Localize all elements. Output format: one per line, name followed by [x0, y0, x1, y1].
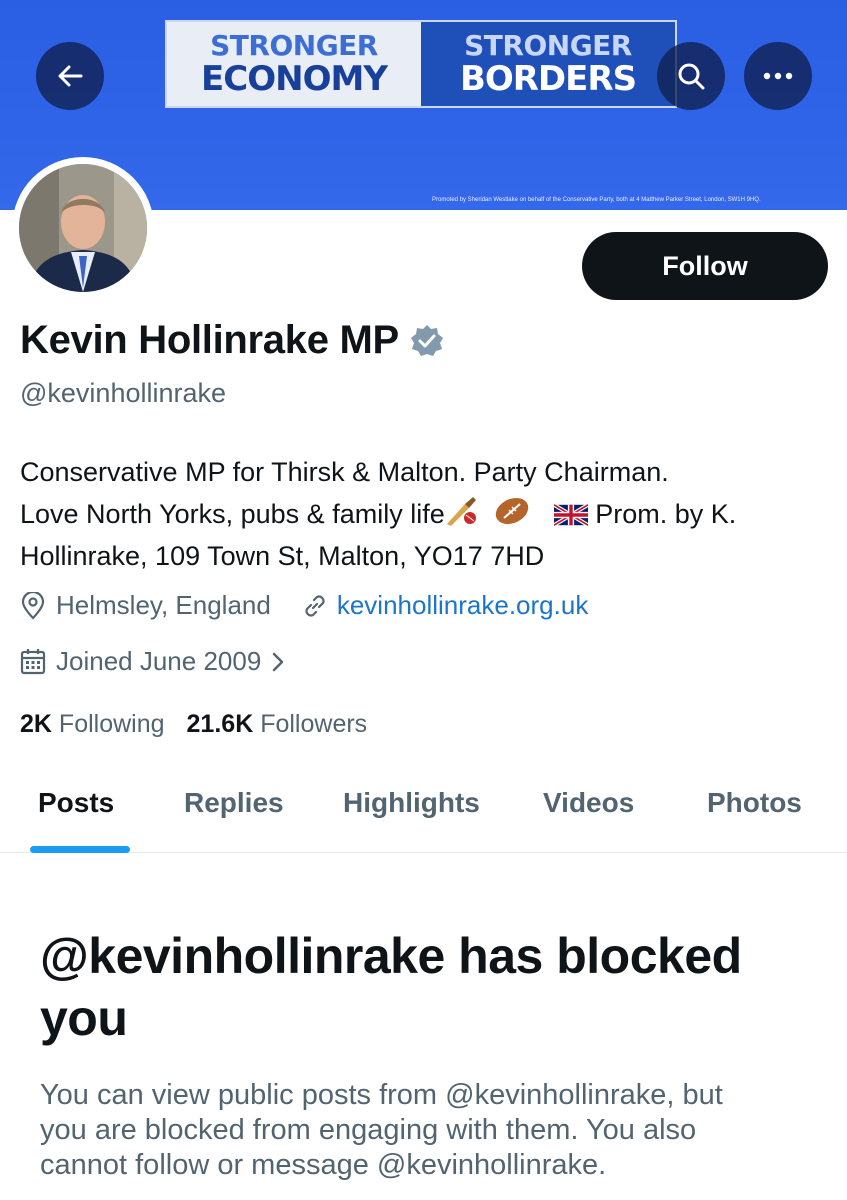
location-pin-icon [21, 591, 45, 620]
profile-joined-row[interactable]: Joined June 2009 [20, 646, 287, 677]
profile-handle: @kevinhollinrake [20, 378, 227, 408]
banner-promoted-text: Promoted by Sheridan Westlake on behalf … [432, 197, 761, 203]
profile-tabs: Posts Replies Highlights Videos Photos [0, 775, 847, 853]
chevron-right-icon [273, 652, 284, 671]
profile-meta-row: Helmsley, England kevinhollinrake.org.uk [20, 590, 588, 621]
avatar-portrait [19, 164, 147, 292]
tab-videos[interactable]: Videos [543, 787, 634, 819]
back-arrow-icon [58, 65, 83, 87]
rugby-ball-emoji [496, 497, 529, 525]
bio-line-3: Hollinrake, 109 Town St, Malton, YO17 7H… [20, 541, 545, 571]
verified-badge-icon [410, 324, 443, 356]
followers-count-link[interactable]: 21.6K Followers [187, 710, 368, 739]
more-options-button[interactable] [744, 42, 812, 110]
more-icon [763, 72, 793, 80]
link-icon [305, 594, 325, 617]
calendar-icon [20, 648, 46, 674]
profile-name-row: Kevin Hollinrake MP [20, 318, 445, 363]
back-button[interactable] [36, 42, 104, 110]
sign-right-panel: STRONGER BORDERS [421, 22, 675, 106]
follow-counts: 2K Following 21.6K Followers [20, 710, 367, 739]
uk-flag-emoji [553, 504, 588, 526]
tab-replies[interactable]: Replies [184, 787, 284, 819]
tab-posts[interactable]: Posts [38, 787, 114, 819]
profile-joined-date: Joined June 2009 [56, 646, 262, 676]
bio-line-2-suffix: Prom. by K. [587, 499, 737, 529]
search-button[interactable] [657, 42, 725, 110]
bio-line-1: Conservative MP for Thirsk & Malton. Par… [20, 457, 669, 487]
tab-photos[interactable]: Photos [707, 787, 802, 819]
blocked-description: You can view public posts from @kevinhol… [40, 1078, 820, 1183]
blocked-desc-line-3: cannot follow or message @kevinhollinrak… [40, 1149, 607, 1181]
profile-website-link[interactable]: kevinhollinrake.org.uk [337, 590, 588, 621]
sign-left-bottom-text: ECONOMY [201, 59, 388, 99]
bio-line-2: Love North Yorks, pubs & family life Pro… [20, 493, 820, 535]
profile-bio: Conservative MP for Thirsk & Malton. Par… [20, 451, 820, 577]
display-name: Kevin Hollinrake MP [20, 318, 399, 362]
follow-button[interactable]: Follow [582, 232, 828, 300]
cricket-emoji [446, 497, 476, 526]
banner-campaign-sign: STRONGER ECONOMY STRONGER BORDERS [165, 20, 677, 108]
following-count: 2K [20, 710, 52, 738]
followers-label: Followers [260, 710, 368, 738]
tab-highlights[interactable]: Highlights [343, 787, 480, 819]
blocked-title-line-2: you [40, 990, 128, 1046]
sign-left-top-text: STRONGER [210, 29, 378, 62]
profile-location: Helmsley, England [56, 590, 271, 620]
sign-right-top-text: STRONGER [464, 29, 632, 62]
blocked-desc-line-2: you are blocked from engaging with them.… [40, 1114, 697, 1146]
following-count-link[interactable]: 2K Following [20, 710, 165, 739]
sign-left-panel: STRONGER ECONOMY [167, 22, 421, 106]
sign-right-bottom-text: BORDERS [459, 59, 637, 99]
profile-avatar-frame[interactable] [12, 157, 154, 299]
search-icon [678, 63, 705, 90]
following-label: Following [58, 710, 165, 738]
blocked-title-line-1: @kevinhollinrake has blocked [40, 928, 742, 984]
blocked-title: @kevinhollinrake has blocked you [40, 925, 820, 1049]
active-tab-indicator [30, 846, 130, 853]
blocked-desc-line-1: You can view public posts from @kevinhol… [40, 1079, 723, 1111]
followers-count: 21.6K [186, 710, 254, 738]
bio-line-2-text: Love North Yorks, pubs & family life [20, 499, 445, 529]
avatar [19, 164, 147, 292]
